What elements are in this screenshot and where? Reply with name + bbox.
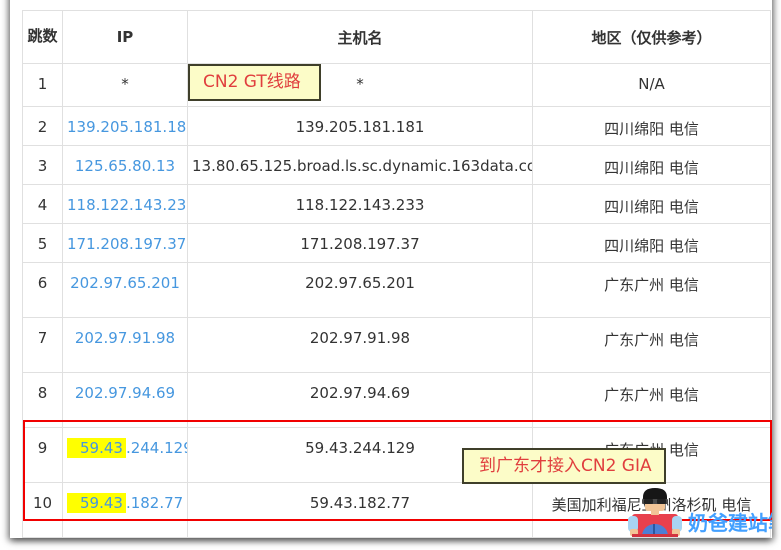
host-column-header: 主机名 [188, 11, 533, 64]
ip-link[interactable]: 202.97.65.201 [70, 274, 180, 292]
hop-cell: 9 [23, 428, 63, 483]
hop-cell: 3 [23, 146, 63, 185]
watermark-site-name: 奶爸建站笔记 [688, 507, 772, 536]
ip-column-header: IP [63, 11, 188, 64]
ip-link[interactable]: 202.97.94.69 [75, 384, 175, 402]
ip-cell: 59.43.182.77 [63, 483, 188, 538]
ip-highlight: 59.43 [67, 493, 126, 513]
ip-cell: 59.43.244.129 [63, 428, 188, 483]
hostname-cell: 202.97.94.69 [188, 373, 533, 428]
table-row: 3 125.65.80.13 13.80.65.125.broad.ls.sc.dy… [23, 146, 771, 185]
hop-cell: 7 [23, 318, 63, 373]
empty-cell [63, 538, 188, 539]
ip-cell: 139.205.181.181 [63, 107, 188, 146]
ip-link[interactable]: 139.205.181.181 [67, 118, 188, 136]
hop-cell: 10 [23, 483, 63, 538]
hop-cell: 4 [23, 185, 63, 224]
hop-cell: 1 [23, 64, 63, 107]
hostname-cell: 13.80.65.125.broad.ls.sc.dynamic.163data… [188, 146, 533, 185]
ip-cell: 125.65.80.13 [63, 146, 188, 185]
table-row: 6202.97.65.201202.97.65.201广东广州 电信 [23, 263, 771, 318]
hop-cell: 2 [23, 107, 63, 146]
ip-cell: 118.122.143.233 [63, 185, 188, 224]
ip-cell: 202.97.65.201 [63, 263, 188, 318]
annotation-cn2-gt-label: CN2 GT线路 [203, 74, 301, 91]
region-cell: 四川绵阳 电信 [533, 107, 771, 146]
ip-highlight: 59.43 [67, 438, 126, 458]
ip-cell: 202.97.94.69 [63, 373, 188, 428]
table-row: 1**N/A [23, 64, 771, 107]
ip-link[interactable]: 202.97.91.98 [75, 329, 175, 347]
region-cell: 广东广州 电信 [533, 373, 771, 428]
table-row: 5171.208.197.37171.208.197.37四川绵阳 电信 [23, 224, 771, 263]
empty-cell [23, 538, 63, 539]
hostname-cell: 118.122.143.233 [188, 185, 533, 224]
hostname-cell: 202.97.91.98 [188, 318, 533, 373]
ip-link[interactable]: 118.122.143.233 [67, 196, 188, 214]
region-column-header: 地区（仅供参考） [533, 11, 771, 64]
hostname-cell: 139.205.181.181 [188, 107, 533, 146]
annotation-cn2-gia: 到广东才接入CN2 GIA [462, 448, 666, 484]
annotation-cn2-gt: CN2 GT线路 [188, 64, 321, 101]
table-row: 8202.97.94.69202.97.94.69广东广州 电信 [23, 373, 771, 428]
table-row: 2139.205.181.181139.205.181.181四川绵阳 电信 [23, 107, 771, 146]
hop-cell: 8 [23, 373, 63, 428]
ip-cell: 202.97.91.98 [63, 318, 188, 373]
table-row: 7202.97.91.98202.97.91.98广东广州 电信 [23, 318, 771, 373]
hop-column-header: 跳数 [23, 11, 63, 64]
region-cell: 广东广州 电信 [533, 318, 771, 373]
annotation-cn2-gia-label: 到广东才接入CN2 GIA [479, 458, 652, 475]
hostname-cell: 171.208.197.37 [188, 224, 533, 263]
ip-cell: 171.208.197.37 [63, 224, 188, 263]
table-header-row: 跳数 IP 主机名 地区（仅供参考） [23, 11, 771, 64]
ip-link[interactable]: 59.43.182.77 [67, 493, 183, 513]
region-cell: 四川绵阳 电信 [533, 146, 771, 185]
traceroute-screenshot-card: 跳数 IP 主机名 地区（仅供参考） 1**N/A2139.205.181.18… [10, 0, 772, 538]
table-row: 4118.122.143.233118.122.143.233四川绵阳 电信 [23, 185, 771, 224]
hostname-cell: 59.43.182.77 [188, 483, 533, 538]
region-cell: 四川绵阳 电信 [533, 224, 771, 263]
empty-cell [188, 538, 533, 539]
ip-link[interactable]: 125.65.80.13 [75, 157, 175, 175]
hop-cell: 6 [23, 263, 63, 318]
ip-link[interactable]: 171.208.197.37 [67, 235, 186, 253]
region-cell: 四川绵阳 电信 [533, 185, 771, 224]
ip-link[interactable]: 59.43.244.129 [67, 438, 188, 458]
ip-cell: * [63, 64, 188, 107]
hop-cell: 5 [23, 224, 63, 263]
region-cell: N/A [533, 64, 771, 107]
hostname-cell: 202.97.65.201 [188, 263, 533, 318]
region-cell: 广东广州 电信 [533, 263, 771, 318]
dad-webmaster-logo-icon [626, 487, 684, 538]
